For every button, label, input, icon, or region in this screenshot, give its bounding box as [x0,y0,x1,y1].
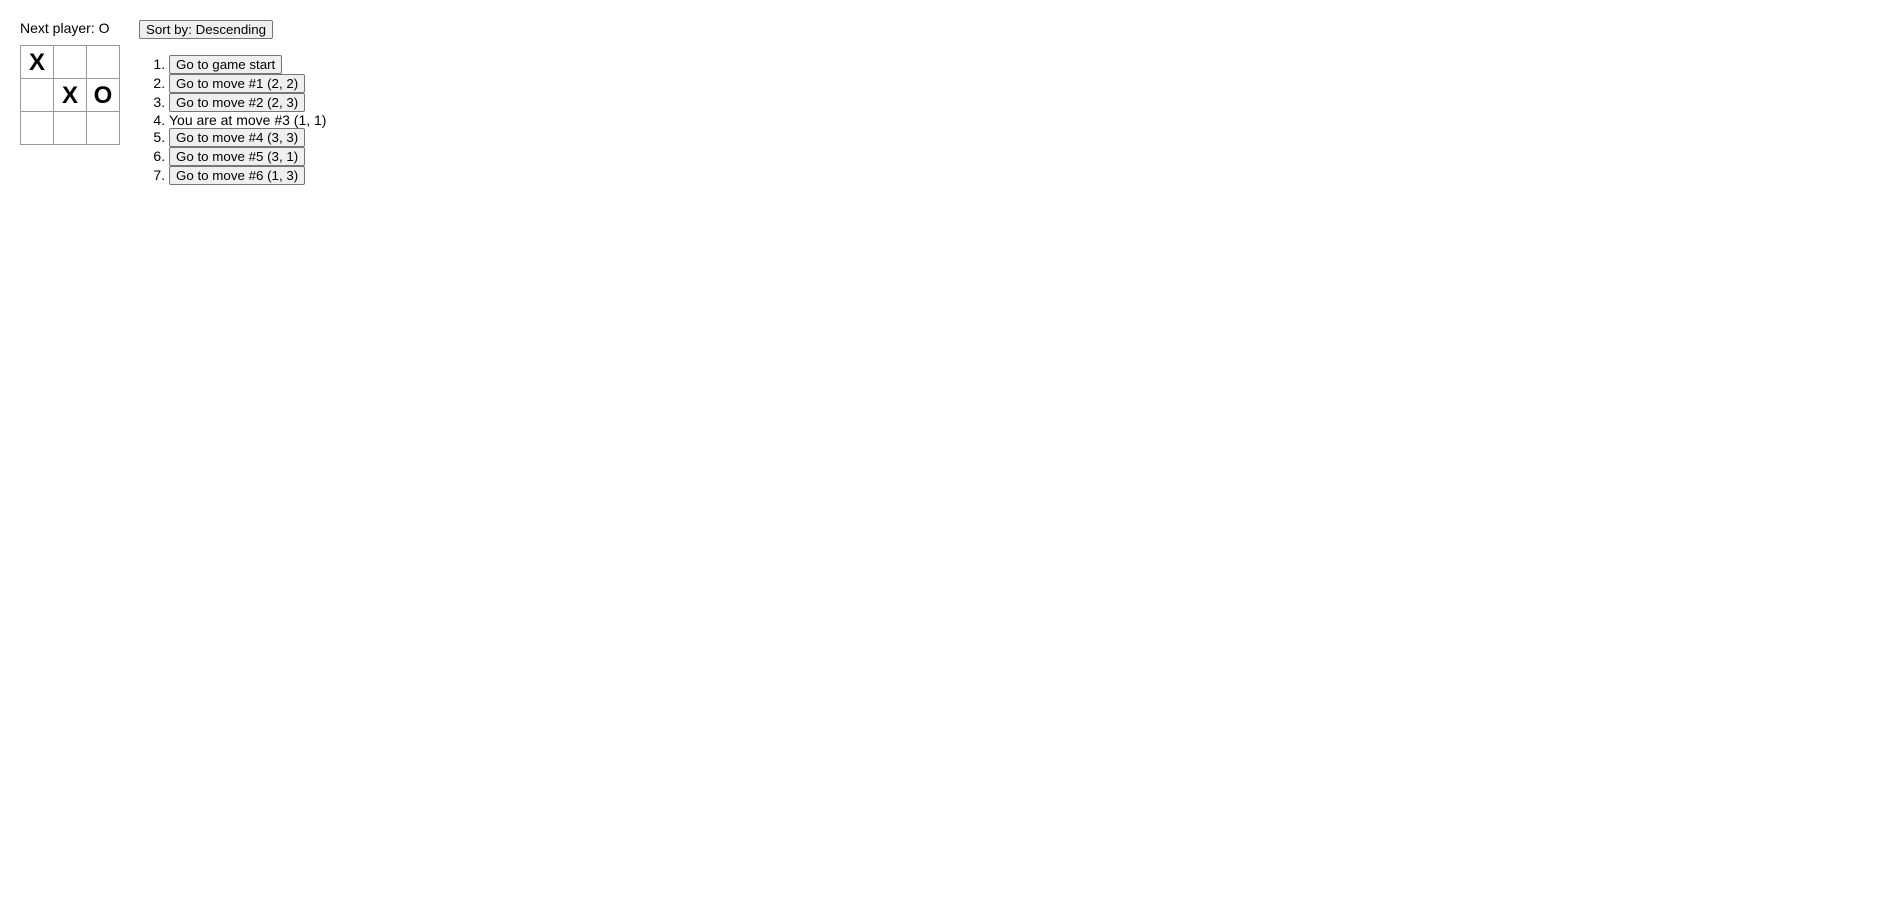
board-row [20,112,119,145]
game-info-panel: Sort by: Descending Go to game startGo t… [139,20,326,199]
square-2-0[interactable] [20,111,54,145]
goto-move-button[interactable]: Go to move #2 (2, 3) [169,93,305,112]
square-2-2[interactable] [86,111,120,145]
goto-move-button[interactable]: Go to move #1 (2, 2) [169,74,305,93]
board-row: X [20,46,119,79]
current-move-label: You are at move #3 (1, 1) [169,112,326,128]
game-container: Next player: O X X O Sort by: Descending… [20,20,1883,199]
square-2-1[interactable] [53,111,87,145]
game-board-panel: Next player: O X X O [20,20,119,199]
goto-move-button[interactable]: Go to move #5 (3, 1) [169,147,305,166]
board: X X O [20,46,119,145]
board-row: X O [20,79,119,112]
square-1-2[interactable]: O [86,78,120,112]
move-list-item: Go to move #2 (2, 3) [169,93,326,112]
square-1-0[interactable] [20,78,54,112]
goto-move-button[interactable]: Go to game start [169,55,282,74]
square-0-1[interactable] [53,45,87,79]
move-list-item: Go to move #1 (2, 2) [169,74,326,93]
square-0-2[interactable] [86,45,120,79]
status-text: Next player: O [20,20,119,36]
move-list-item: You are at move #3 (1, 1) [169,112,326,128]
move-list-item: Go to move #5 (3, 1) [169,147,326,166]
move-list-item: Go to move #6 (1, 3) [169,166,326,185]
goto-move-button[interactable]: Go to move #4 (3, 3) [169,128,305,147]
move-history-list: Go to game startGo to move #1 (2, 2)Go t… [139,55,326,185]
square-1-1[interactable]: X [53,78,87,112]
goto-move-button[interactable]: Go to move #6 (1, 3) [169,166,305,185]
square-0-0[interactable]: X [20,45,54,79]
move-list-item: Go to game start [169,55,326,74]
sort-button[interactable]: Sort by: Descending [139,20,273,39]
move-list-item: Go to move #4 (3, 3) [169,128,326,147]
